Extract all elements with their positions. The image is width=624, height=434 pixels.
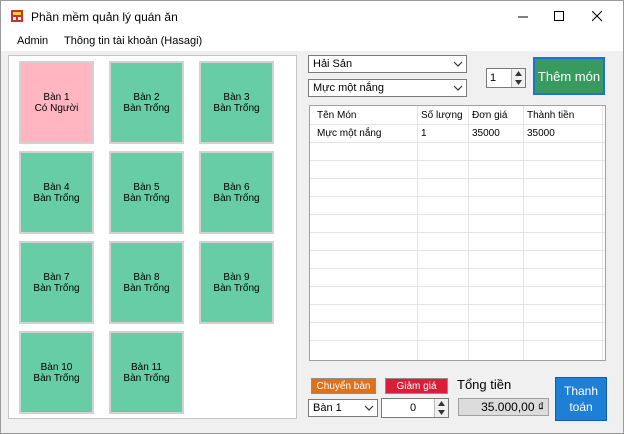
maximize-icon [553,10,564,21]
grid-row-line [310,178,605,179]
discount-value: 0 [410,402,417,414]
discount-stepper[interactable]: 0 [381,398,449,418]
table-button[interactable]: Bàn 6 Bàn Trống [199,151,274,234]
grid-row-line [310,268,605,269]
grid-row-line [310,340,605,341]
table-button[interactable]: Bàn 2 Bàn Trống [109,61,184,144]
menu-admin[interactable]: Admin [17,35,48,47]
table-button[interactable]: Bàn 11 Bàn Trống [109,331,184,414]
table-name: Bàn 1 [43,91,70,103]
add-food-button[interactable]: Thêm món [533,57,605,95]
category-select[interactable]: Hải Sản [308,55,467,73]
discount-down-button[interactable] [434,408,448,417]
quantity-value: 1 [490,72,497,84]
table-button[interactable]: Bàn 3 Bàn Trống [199,61,274,144]
food-select[interactable]: Mực một nắng [308,79,467,97]
table-name: Bàn 10 [40,361,73,373]
checkout-label: Thanh toán [564,383,598,415]
switch-table-select[interactable]: Bàn 1 [308,399,378,417]
table-status: Bàn Trống [123,102,170,114]
column-header-total: Thành tiền [527,110,575,121]
minimize-button[interactable] [505,1,541,31]
total-amount: 35.000,00 ₫ [458,398,549,416]
table-status: Bàn Trống [123,372,170,384]
chevron-up-icon [438,401,445,406]
checkout-label-line2: toán [569,400,593,414]
table-name: Bàn 6 [223,181,250,193]
app-icon [11,10,23,22]
grid-row-line [310,250,605,251]
food-value: Mực một nắng [313,82,384,94]
bill-row-quantity: 1 [421,128,427,139]
column-header-quantity: Số lượng [421,110,463,121]
bill-row-total: 35000 [527,128,555,139]
quantity-down-button[interactable] [511,78,525,87]
switch-table-button[interactable]: Chuyển bàn [311,378,376,394]
grid-row-line [310,160,605,161]
close-icon [591,10,602,21]
minimize-icon [517,16,528,17]
table-status: Bàn Trống [213,102,260,114]
table-status: Bàn Trống [123,192,170,204]
table-name: Bàn 2 [133,91,160,103]
grid-row-line [310,142,605,143]
table-button[interactable]: Bàn 4 Bàn Trống [19,151,94,234]
discount-button[interactable]: Giảm giá [385,378,448,394]
grid-row-line [310,286,605,287]
grid-row-line [310,124,605,125]
table-status: Bàn Trống [213,192,260,204]
table-status: Bàn Trống [123,282,170,294]
grid-row-line [310,214,605,215]
table-button[interactable]: Bàn 5 Bàn Trống [109,151,184,234]
chevron-down-icon [364,405,374,411]
chevron-up-icon [515,71,522,76]
grid-row-line [310,304,605,305]
table-name: Bàn 9 [223,271,250,283]
grid-row-line [310,232,605,233]
chevron-down-icon [438,410,445,415]
title-bar: Phần mềm quản lý quán ăn [1,1,623,31]
table-name: Bàn 5 [133,181,160,193]
maximize-button[interactable] [541,1,577,31]
column-header-unit-price: Đơn giá [472,110,508,121]
table-button[interactable]: Bàn 9 Bàn Trống [199,241,274,324]
quantity-stepper[interactable]: 1 [486,68,526,88]
chevron-down-icon [515,80,522,85]
bill-list: Tên Món Số lượng Đơn giá Thành tiền Mực … [309,105,606,361]
table-status: Có Người [34,102,79,114]
grid-row-line [310,322,605,323]
table-status: Bàn Trống [33,372,80,384]
table-button[interactable]: Bàn 8 Bàn Trống [109,241,184,324]
table-name: Bàn 11 [131,361,162,373]
menu-account-info[interactable]: Thông tin tài khoản (Hasagi) [64,35,202,47]
table-panel: Bàn 1 Có Người Bàn 2 Bàn Trống Bàn 3 Bàn… [8,55,297,419]
table-status: Bàn Trống [33,192,80,204]
grid-row-line [310,196,605,197]
bill-row-unit-price: 35000 [472,128,500,139]
column-header-name: Tên Món [317,110,357,121]
bill-row-name: Mực một nắng [317,128,382,139]
table-button[interactable]: Bàn 7 Bàn Trống [19,241,94,324]
table-button[interactable]: Bàn 1 Có Người [19,61,94,144]
total-label: Tổng tiền [457,377,512,392]
category-value: Hải Sản [313,58,353,70]
checkout-label-line1: Thanh [563,384,599,398]
table-button[interactable]: Bàn 10 Bàn Trống [19,331,94,414]
chevron-down-icon [453,85,463,91]
app-window: Phần mềm quản lý quán ăn Admin Thông tin… [0,0,624,434]
table-name: Bàn 4 [43,181,70,193]
table-status: Bàn Trống [33,282,80,294]
switch-table-value: Bàn 1 [313,402,342,414]
table-status: Bàn Trống [213,282,260,294]
table-name: Bàn 7 [43,271,70,283]
menu-bar: Admin Thông tin tài khoản (Hasagi) [1,31,623,51]
window-title: Phần mềm quản lý quán ăn [31,10,178,24]
checkout-button[interactable]: Thanh toán [555,377,607,421]
table-name: Bàn 3 [223,91,250,103]
close-button[interactable] [579,1,615,31]
chevron-down-icon [453,61,463,67]
table-name: Bàn 8 [133,271,160,283]
